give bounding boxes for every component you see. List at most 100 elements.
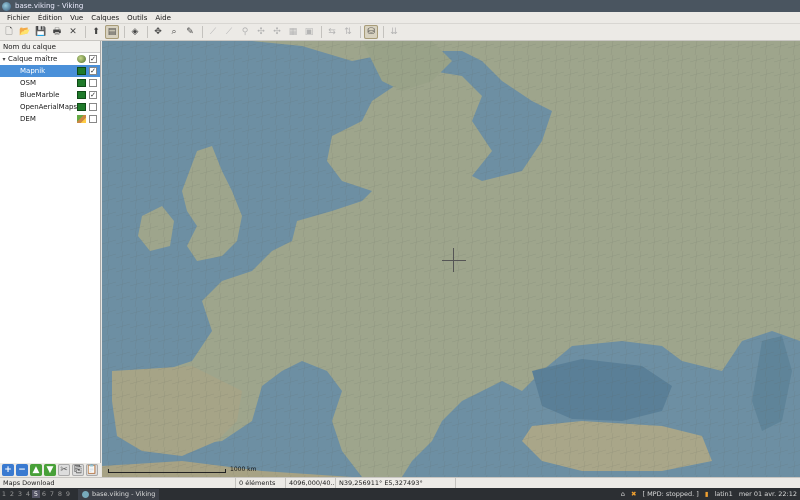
zoom-tool-icon[interactable]: ⌕	[167, 25, 181, 39]
desktop-taskbar: 123456789 base.viking - Viking ⌂ ✖ [ MPD…	[0, 488, 800, 500]
add-layer-icon[interactable]: +	[2, 464, 14, 476]
layer-name: OSM	[20, 79, 36, 87]
layer-buttons-bar: + − ▲ ▼ ✂ ⎘ 📋	[0, 463, 101, 477]
layer-name: BlueMarble	[20, 91, 60, 99]
layer-row[interactable]: Mapnik ✓	[0, 65, 100, 77]
expander-icon[interactable]: ▾	[0, 56, 8, 63]
map-image	[102, 41, 800, 477]
taskbar-task-label: base.viking - Viking	[92, 490, 156, 498]
show-picture-icon[interactable]: ▣	[302, 25, 316, 39]
workspace-5[interactable]: 5	[32, 490, 40, 498]
pan-tool-icon[interactable]: ✥	[151, 25, 165, 39]
maps-download-icon[interactable]: ⛁	[364, 25, 378, 39]
dem-download-icon[interactable]: ⇊	[387, 25, 401, 39]
viking-app-icon	[2, 1, 11, 11]
menu-outils[interactable]: Outils	[123, 14, 151, 22]
status-spacer	[456, 478, 800, 488]
layer-name: DEM	[20, 115, 36, 123]
network-icon[interactable]: ⌂	[621, 490, 625, 498]
layer-properties-icon[interactable]: ▤	[105, 25, 119, 39]
menu-fichier[interactable]: Fichier	[3, 14, 34, 22]
menu-bar: Fichier Édition Vue Calques Outils Aide	[0, 12, 800, 24]
new-file-icon[interactable]: 🗋	[2, 25, 16, 39]
status-zoom[interactable]: 4096,000/40...	[286, 478, 336, 488]
move-layer-down-icon[interactable]: ▼	[44, 464, 56, 476]
layer-row[interactable]: DEM	[0, 113, 100, 125]
create-track-icon[interactable]: ⟋	[206, 25, 220, 39]
layer-visibility-checkbox[interactable]	[89, 103, 97, 111]
map-tool-icon[interactable]: ◈	[128, 25, 142, 39]
menu-vue[interactable]: Vue	[66, 14, 87, 22]
copy-layer-icon[interactable]: ⎘	[72, 464, 84, 476]
main-toolbar: 🗋 📂 💾 🖶 ✕ ⬆ ▤ ◈ ✥ ⌕ ✎ ⟋ ⟋ ⚲ ✣ ✣ ▦ ▣ ⇆ ⇅ ⛁ ⇊	[0, 24, 800, 41]
layer-row[interactable]: ▾ Calque maître ✓	[0, 53, 100, 65]
taskbar-task-viking[interactable]: base.viking - Viking	[78, 488, 160, 500]
layer-visibility-checkbox[interactable]: ✓	[89, 67, 97, 75]
route-finder-icon[interactable]: ▦	[286, 25, 300, 39]
ruler-tool-icon[interactable]: ✎	[183, 25, 197, 39]
layer-visibility-checkbox[interactable]	[89, 79, 97, 87]
save-icon[interactable]: 💾	[34, 25, 48, 39]
layer-visibility-checkbox[interactable]: ✓	[89, 55, 97, 63]
georef-zoom-icon[interactable]: ⇅	[341, 25, 355, 39]
print-icon[interactable]: 🖶	[50, 25, 64, 39]
edit-waypoint-icon[interactable]: ✣	[270, 25, 284, 39]
layers-panel: Nom du calque ▾ Calque maître ✓ Mapnik ✓ OSM B…	[0, 41, 101, 463]
workspace-switcher: 123456789	[0, 490, 72, 498]
toolbar-separator	[124, 26, 125, 38]
workspace-8[interactable]: 8	[56, 490, 64, 498]
remove-layer-icon[interactable]: −	[16, 464, 28, 476]
menu-edition[interactable]: Édition	[34, 14, 66, 22]
cut-layer-icon[interactable]: ✂	[58, 464, 70, 476]
georef-move-icon[interactable]: ⇆	[325, 25, 339, 39]
layer-visibility-checkbox[interactable]: ✓	[89, 91, 97, 99]
toolbar-separator	[321, 26, 322, 38]
map-crosshair-horizontal	[442, 260, 466, 261]
workspace-1[interactable]: 1	[0, 490, 8, 498]
toolbar-separator	[360, 26, 361, 38]
create-route-icon[interactable]: ⟋	[222, 25, 236, 39]
workspace-7[interactable]: 7	[48, 490, 56, 498]
layers-column-header[interactable]: Nom du calque	[0, 41, 100, 53]
layer-tree: ▾ Calque maître ✓ Mapnik ✓ OSM BlueMarble ✓ Open…	[0, 53, 100, 125]
map-viewport[interactable]: 1000 km	[102, 41, 800, 477]
layer-row[interactable]: OSM	[0, 77, 100, 89]
menu-aide[interactable]: Aide	[151, 14, 174, 22]
create-waypoint-icon[interactable]: ⚲	[238, 25, 252, 39]
close-icon[interactable]: ✕	[66, 25, 80, 39]
map-crosshair-vertical	[453, 248, 454, 272]
workspace-2[interactable]: 2	[8, 490, 16, 498]
layer-name: Mapnik	[20, 67, 46, 75]
layer-row[interactable]: OpenAerialMaps	[0, 101, 100, 113]
workspace-9[interactable]: 9	[64, 490, 72, 498]
workspace-6[interactable]: 6	[40, 490, 48, 498]
volume-icon[interactable]: ▮	[705, 490, 709, 498]
workspace-3[interactable]: 3	[16, 490, 24, 498]
workspace-4[interactable]: 4	[24, 490, 32, 498]
toolbar-separator	[85, 26, 86, 38]
clock: mer 01 avr. 22:12	[738, 490, 797, 498]
layer-type-icon	[77, 79, 86, 87]
toolbar-separator	[147, 26, 148, 38]
layer-type-icon	[77, 67, 86, 75]
viking-task-icon	[82, 490, 89, 498]
menu-calques[interactable]: Calques	[87, 14, 123, 22]
keyboard-layout[interactable]: latin1	[714, 490, 732, 498]
layer-row[interactable]: BlueMarble ✓	[0, 89, 100, 101]
paste-layer-icon[interactable]: 📋	[86, 464, 98, 476]
open-file-icon[interactable]: 📂	[18, 25, 32, 39]
move-layer-up-icon[interactable]: ▲	[30, 464, 42, 476]
scale-line	[108, 469, 226, 473]
mpd-status: [ MPD: stopped. ]	[642, 490, 699, 498]
edit-trackpoint-icon[interactable]: ✣	[254, 25, 268, 39]
layer-visibility-checkbox[interactable]	[89, 115, 97, 123]
layer-name: Calque maître	[8, 55, 58, 63]
mpd-icon[interactable]: ✖	[631, 490, 636, 498]
status-items: 0 éléments	[236, 478, 286, 488]
layer-type-icon	[77, 91, 86, 99]
layer-type-icon	[77, 115, 86, 123]
status-position: N39,256911° E5,327493°	[336, 478, 456, 488]
layer-name: OpenAerialMaps	[19, 103, 78, 111]
select-tool-icon[interactable]: ⬆	[89, 25, 103, 39]
scale-label: 1000 km	[230, 466, 257, 473]
